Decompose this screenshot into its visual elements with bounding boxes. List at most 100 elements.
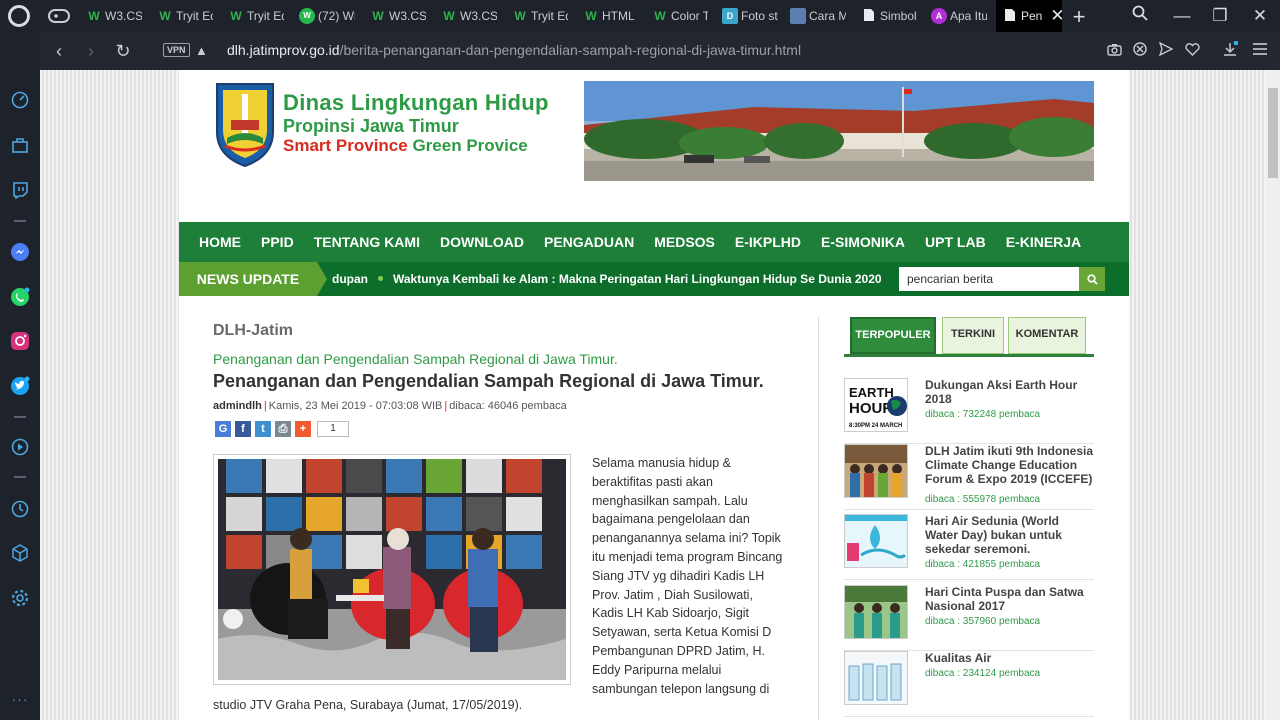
minimize-button[interactable]: — bbox=[1170, 4, 1194, 28]
browser-tab[interactable]: Cara M bbox=[790, 0, 846, 32]
close-window-button[interactable]: ✕ bbox=[1248, 4, 1272, 28]
popular-item-title[interactable]: Dukungan Aksi Earth Hour 2018 bbox=[925, 378, 1095, 406]
browser-tab[interactable]: D Foto st bbox=[722, 0, 778, 32]
menu-item-e-ikplhd[interactable]: E-IKPLHD bbox=[725, 222, 811, 262]
popular-item-title[interactable]: Hari Air Sedunia (World Water Day) bukan… bbox=[925, 514, 1095, 556]
send-icon[interactable] bbox=[1156, 41, 1176, 61]
menu-item-pengaduan[interactable]: PENGADUAN bbox=[534, 222, 644, 262]
search-button[interactable] bbox=[1079, 267, 1105, 291]
bag-icon[interactable] bbox=[8, 133, 32, 157]
main-navigation: HOME PPID TENTANG KAMI DOWNLOAD PENGADUA… bbox=[179, 222, 1129, 262]
water-quality-thumbnail bbox=[844, 651, 908, 705]
article-body-continued: studio JTV Graha Pena, Surabaya (Jumat, … bbox=[213, 698, 523, 712]
menu-item-home[interactable]: HOME bbox=[189, 222, 251, 262]
browser-tab[interactable]: WW3.CSS bbox=[370, 0, 426, 32]
scrollbar-thumb[interactable] bbox=[1268, 88, 1278, 178]
article-meta: admindlh | Kamis, 23 Mei 2019 - 07:03:08 W… bbox=[213, 400, 567, 412]
new-tab-button[interactable]: + bbox=[1068, 4, 1090, 30]
warning-icon[interactable]: ▲ bbox=[195, 43, 208, 58]
ticker-item[interactable]: dupan bbox=[332, 272, 368, 286]
messenger-icon[interactable] bbox=[8, 240, 32, 264]
cube-icon[interactable] bbox=[8, 541, 32, 565]
speed-dial-icon[interactable] bbox=[8, 88, 32, 112]
page-viewport: Dinas Lingkungan Hidup Propinsi Jawa Tim… bbox=[40, 70, 1266, 720]
twitch-icon[interactable] bbox=[8, 178, 32, 202]
twitter-icon[interactable] bbox=[8, 374, 32, 398]
camera-icon[interactable] bbox=[1104, 41, 1124, 61]
tab-terkini[interactable]: TERKINI bbox=[942, 317, 1004, 354]
close-tab-icon[interactable]: ✕ bbox=[1050, 6, 1062, 26]
menu-item-upt-lab[interactable]: UPT LAB bbox=[915, 222, 996, 262]
whatsapp-icon[interactable] bbox=[8, 285, 32, 309]
twitter-share-icon[interactable]: t bbox=[255, 421, 271, 437]
tv-studio-image bbox=[218, 459, 566, 680]
forward-button[interactable]: › bbox=[80, 40, 102, 62]
jatim-crest-logo[interactable] bbox=[213, 80, 277, 168]
browser-tab[interactable]: W HTML bbox=[583, 0, 639, 32]
site-page: Dinas Lingkungan Hidup Propinsi Jawa Tim… bbox=[179, 70, 1129, 720]
article-views: dibaca: 46046 pembaca bbox=[449, 400, 567, 412]
popular-item-title[interactable]: Hari Cinta Puspa dan Satwa Nasional 2017 bbox=[925, 585, 1095, 613]
download-icon[interactable] bbox=[1220, 40, 1240, 61]
browser-tab[interactable]: W Tryit Ed bbox=[228, 0, 284, 32]
news-search-input[interactable] bbox=[899, 267, 1079, 291]
tab-komentar[interactable]: KOMENTAR bbox=[1008, 317, 1086, 354]
ticker-item[interactable]: Waktunya Kembali ke Alam : Makna Peringa… bbox=[393, 272, 882, 286]
page-scrollbar[interactable] bbox=[1266, 70, 1280, 720]
menu-item-e-kinerja[interactable]: E-KINERJA bbox=[996, 222, 1091, 262]
browser-tab[interactable]: WW3.CSS bbox=[441, 0, 497, 32]
article-date: Kamis, 23 Mei 2019 - 07:03:08 WIB bbox=[268, 400, 443, 412]
earth-hour-thumbnail: EARTH HOUR 8:30PM 24 MARCH bbox=[844, 378, 908, 432]
site-title: Dinas Lingkungan Hidup bbox=[283, 90, 549, 115]
app-icon: A bbox=[931, 8, 947, 24]
menu-item-download[interactable]: DOWNLOAD bbox=[430, 222, 534, 262]
browser-tab[interactable]: W(72) Wh bbox=[299, 0, 355, 32]
popular-item[interactable]: Hari Air Sedunia (World Water Day) bukan… bbox=[844, 514, 1094, 580]
article-author[interactable]: admindlh bbox=[213, 400, 262, 412]
browser-tab-active[interactable]: Pen ✕ bbox=[996, 0, 1062, 32]
search-tabs-icon[interactable] bbox=[1128, 4, 1152, 28]
site-tagline: Smart Province Green Provice bbox=[283, 136, 528, 155]
opera-logo-icon[interactable] bbox=[8, 5, 30, 27]
google-share-icon[interactable]: G bbox=[215, 421, 231, 437]
popular-item[interactable]: Hari Cinta Puspa dan Satwa Nasional 2017… bbox=[844, 585, 1094, 651]
browser-tab[interactable]: WW3.CSS bbox=[86, 0, 142, 32]
back-button[interactable]: ‹ bbox=[48, 40, 70, 62]
popular-item[interactable]: Kualitas Air dibaca : 234124 pembaca bbox=[844, 651, 1094, 717]
document-icon bbox=[1002, 8, 1018, 24]
popular-item[interactable]: DLH Jatim ikuti 9th Indonesia Climate Ch… bbox=[844, 444, 1094, 510]
restore-button[interactable]: ❐ bbox=[1208, 4, 1232, 28]
popular-item-title[interactable]: Kualitas Air bbox=[925, 651, 1095, 665]
url-field[interactable]: dlh.jatimprov.go.id/berita-penanganan-da… bbox=[227, 42, 801, 58]
menu-item-e-simonika[interactable]: E-SIMONIKA bbox=[811, 222, 915, 262]
w3schools-icon: W bbox=[230, 9, 242, 23]
browser-tab[interactable]: W Tryit Ed bbox=[512, 0, 568, 32]
article-kicker: Penanganan dan Pengendalian Sampah Regio… bbox=[213, 351, 618, 367]
browser-tab[interactable]: A Apa Itu bbox=[931, 0, 987, 32]
browser-tab[interactable]: W Color T bbox=[652, 0, 708, 32]
adblock-icon[interactable] bbox=[1130, 41, 1150, 61]
history-icon[interactable] bbox=[8, 497, 32, 521]
reload-button[interactable]: ↻ bbox=[112, 40, 134, 62]
column-divider bbox=[818, 317, 819, 720]
menu-item-ppid[interactable]: PPID bbox=[251, 222, 304, 262]
menu-icon[interactable] bbox=[1250, 41, 1270, 61]
vpn-badge[interactable]: VPN bbox=[163, 43, 190, 57]
popular-item-title[interactable]: DLH Jatim ikuti 9th Indonesia Climate Ch… bbox=[925, 444, 1095, 486]
instagram-icon[interactable] bbox=[8, 329, 32, 353]
browser-tab[interactable]: Simbol bbox=[861, 0, 917, 32]
menu-item-tentang-kami[interactable]: TENTANG KAMI bbox=[304, 222, 430, 262]
player-icon[interactable] bbox=[8, 435, 32, 459]
settings-gear-icon[interactable] bbox=[8, 586, 32, 610]
gamepad-icon[interactable] bbox=[48, 7, 70, 25]
w3schools-icon: W bbox=[372, 9, 384, 23]
popular-item[interactable]: EARTH HOUR 8:30PM 24 MARCH Dukungan Aksi… bbox=[844, 378, 1094, 444]
tab-terpopuler[interactable]: TERPOPULER bbox=[850, 317, 936, 354]
facebook-share-icon[interactable]: f bbox=[235, 421, 251, 437]
browser-tab[interactable]: W Tryit Ed bbox=[157, 0, 213, 32]
menu-item-medsos[interactable]: MEDSOS bbox=[644, 222, 725, 262]
more-share-icon[interactable]: + bbox=[295, 421, 311, 437]
more-icon[interactable]: ··· bbox=[8, 687, 32, 711]
heart-icon[interactable] bbox=[1182, 41, 1202, 61]
print-share-icon[interactable]: ⎙ bbox=[275, 421, 291, 437]
